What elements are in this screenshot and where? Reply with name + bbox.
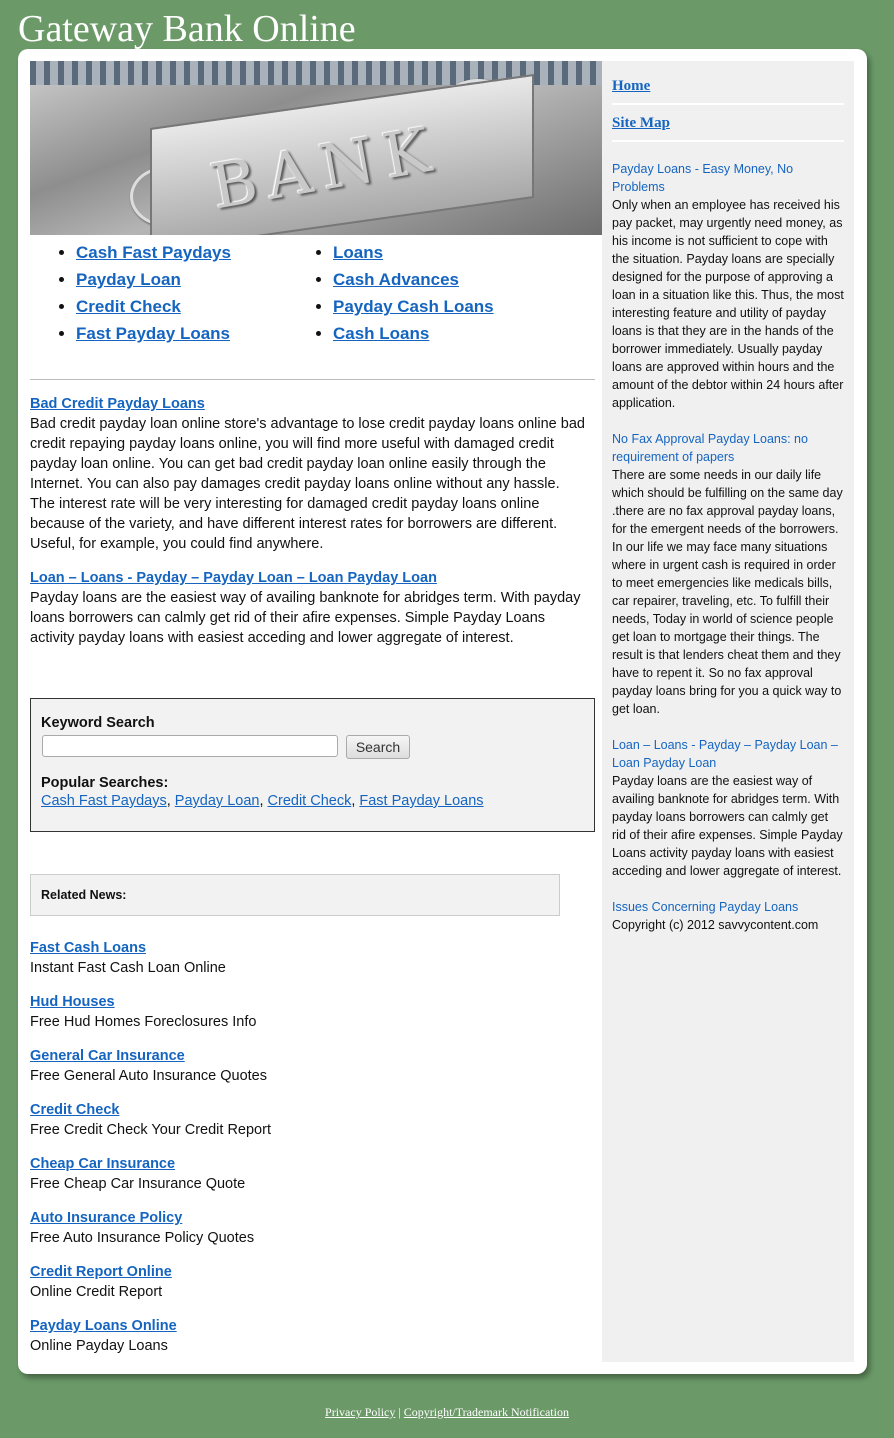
sidebar-nav: Home Site Map xyxy=(602,61,854,142)
related-news-header: Related News: xyxy=(30,874,560,916)
top-links-col1: Cash Fast Paydays Payday Loan Credit Che… xyxy=(30,239,231,347)
news-desc: Free General Auto Insurance Quotes xyxy=(30,1068,267,1084)
news-title-link[interactable]: Auto Insurance Policy xyxy=(30,1210,182,1226)
news-title-link[interactable]: General Car Insurance xyxy=(30,1048,185,1064)
news-desc: Online Credit Report xyxy=(30,1284,163,1300)
copyright-notification-link[interactable]: Copyright/Trademark Notification xyxy=(404,1405,569,1419)
footer-separator: | xyxy=(398,1405,401,1419)
popular-link-cash-fast-paydays[interactable]: Cash Fast Paydays xyxy=(41,793,167,809)
news-desc: Free Auto Insurance Policy Quotes xyxy=(30,1230,255,1246)
keyword-search-box: Keyword Search Search Popular Searches: … xyxy=(30,698,595,832)
news-desc: Online Payday Loans xyxy=(30,1338,168,1354)
top-link-item: Fast Payday Loans xyxy=(76,320,231,347)
link-fast-payday-loans[interactable]: Fast Payday Loans xyxy=(76,324,230,343)
news-item: Auto Insurance Policy Free Auto Insurance… xyxy=(30,1208,602,1248)
news-title-link[interactable]: Cheap Car Insurance xyxy=(30,1156,175,1172)
link-cash-advances[interactable]: Cash Advances xyxy=(333,270,459,289)
search-row: Search xyxy=(41,735,584,759)
article-loans: Loan – Loans - Payday – Payday Loan – Lo… xyxy=(30,568,602,648)
top-link-item: Credit Check xyxy=(76,293,231,320)
news-item: General Car Insurance Free General Auto I… xyxy=(30,1046,602,1086)
news-title-link[interactable]: Payday Loans Online xyxy=(30,1318,177,1334)
main-column: BANK Cash Fast Paydays Payday Loan Credi… xyxy=(30,61,602,1370)
top-link-item: Cash Loans xyxy=(333,320,494,347)
privacy-policy-link[interactable]: Privacy Policy xyxy=(325,1405,395,1419)
sidebar-post-body: Payday loans are the easiest way of avai… xyxy=(612,774,843,878)
news-item: Credit Report Online Online Credit Report xyxy=(30,1262,602,1302)
nav-site-map-link[interactable]: Site Map xyxy=(612,105,844,142)
content-card: BANK Cash Fast Paydays Payday Loan Credi… xyxy=(18,49,867,1374)
bank-hero-image: BANK xyxy=(30,61,602,235)
content-divider xyxy=(30,379,595,380)
news-title-link[interactable]: Hud Houses xyxy=(30,994,115,1010)
link-cash-loans[interactable]: Cash Loans xyxy=(333,324,429,343)
search-label: Keyword Search xyxy=(41,715,155,731)
link-loans[interactable]: Loans xyxy=(333,243,383,262)
news-item: Hud Houses Free Hud Homes Foreclosures In… xyxy=(30,992,602,1032)
news-title-link[interactable]: Credit Check xyxy=(30,1102,119,1118)
sidebar-copyright: Copyright (c) 2012 savvycontent.com xyxy=(612,918,819,932)
article-body: Payday loans are the easiest way of avai… xyxy=(30,590,581,646)
popular-link-fast-payday-loans[interactable]: Fast Payday Loans xyxy=(359,793,483,809)
sidebar-post: Issues Concerning Payday Loans Copyright… xyxy=(612,898,844,934)
news-desc: Free Credit Check Your Credit Report xyxy=(30,1122,271,1138)
sidebar-post-title-link[interactable]: No Fax Approval Payday Loans: no require… xyxy=(612,432,808,464)
article-title-link[interactable]: Bad Credit Payday Loans xyxy=(30,396,205,412)
popular-link-payday-loan[interactable]: Payday Loan xyxy=(175,793,260,809)
news-item: Payday Loans Online Online Payday Loans xyxy=(30,1316,602,1356)
news-title-link[interactable]: Fast Cash Loans xyxy=(30,940,146,956)
news-list: Fast Cash Loans Instant Fast Cash Loan On… xyxy=(30,938,602,1356)
article-title: Loan – Loans - Payday – Payday Loan – Lo… xyxy=(30,568,602,588)
article-bad-credit: Bad Credit Payday Loans Bad credit payda… xyxy=(30,394,602,554)
news-item: Fast Cash Loans Instant Fast Cash Loan On… xyxy=(30,938,602,978)
popular-searches-label: Popular Searches: xyxy=(41,775,169,791)
top-link-grid: Cash Fast Paydays Payday Loan Credit Che… xyxy=(30,239,602,359)
sidebar-post-body: Only when an employee has received his p… xyxy=(612,198,844,410)
top-link-item: Cash Advances xyxy=(333,266,494,293)
top-link-item: Payday Cash Loans xyxy=(333,293,494,320)
link-cash-fast-paydays[interactable]: Cash Fast Paydays xyxy=(76,243,231,262)
article-title: Bad Credit Payday Loans xyxy=(30,394,602,414)
link-payday-cash-loans[interactable]: Payday Cash Loans xyxy=(333,297,494,316)
popular-separator: , xyxy=(166,793,175,809)
sidebar-post-body: There are some needs in our daily life w… xyxy=(612,468,843,716)
sidebar-post: Payday Loans - Easy Money, No Problems O… xyxy=(612,160,844,412)
sidebar-post-title-link[interactable]: Issues Concerning Payday Loans xyxy=(612,900,798,914)
article-body: Bad credit payday loan online store's ad… xyxy=(30,416,585,552)
nav-home-link[interactable]: Home xyxy=(612,61,844,105)
link-payday-loan[interactable]: Payday Loan xyxy=(76,270,181,289)
footer: Privacy Policy | Copyright/Trademark Not… xyxy=(0,1405,894,1420)
site-title: Gateway Bank Online xyxy=(18,8,356,50)
news-item: Cheap Car Insurance Free Cheap Car Insura… xyxy=(30,1154,602,1194)
article-title-link[interactable]: Loan – Loans - Payday – Payday Loan – Lo… xyxy=(30,570,437,586)
top-links-col2: Loans Cash Advances Payday Cash Loans Ca… xyxy=(287,239,494,347)
news-item: Credit Check Free Credit Check Your Credi… xyxy=(30,1100,602,1140)
sidebar: Home Site Map Payday Loans - Easy Money,… xyxy=(602,61,854,1362)
sidebar-post-title-link[interactable]: Payday Loans - Easy Money, No Problems xyxy=(612,162,793,194)
news-desc: Free Cheap Car Insurance Quote xyxy=(30,1176,246,1192)
popular-searches-list: Cash Fast Paydays, Payday Loan, Credit C… xyxy=(41,793,584,809)
news-desc: Instant Fast Cash Loan Online xyxy=(30,960,226,976)
sidebar-post: No Fax Approval Payday Loans: no require… xyxy=(612,430,844,718)
news-desc: Free Hud Homes Foreclosures Info xyxy=(30,1014,257,1030)
search-input[interactable] xyxy=(42,735,338,757)
popular-link-credit-check[interactable]: Credit Check xyxy=(268,793,352,809)
top-link-item: Loans xyxy=(333,239,494,266)
news-title-link[interactable]: Credit Report Online xyxy=(30,1264,172,1280)
sidebar-post-title-link[interactable]: Loan – Loans - Payday – Payday Loan – Lo… xyxy=(612,738,838,770)
sidebar-post: Loan – Loans - Payday – Payday Loan – Lo… xyxy=(612,736,844,880)
search-button[interactable]: Search xyxy=(346,735,410,759)
top-link-item: Payday Loan xyxy=(76,266,231,293)
link-credit-check[interactable]: Credit Check xyxy=(76,297,181,316)
popular-separator: , xyxy=(259,793,268,809)
top-link-item: Cash Fast Paydays xyxy=(76,239,231,266)
